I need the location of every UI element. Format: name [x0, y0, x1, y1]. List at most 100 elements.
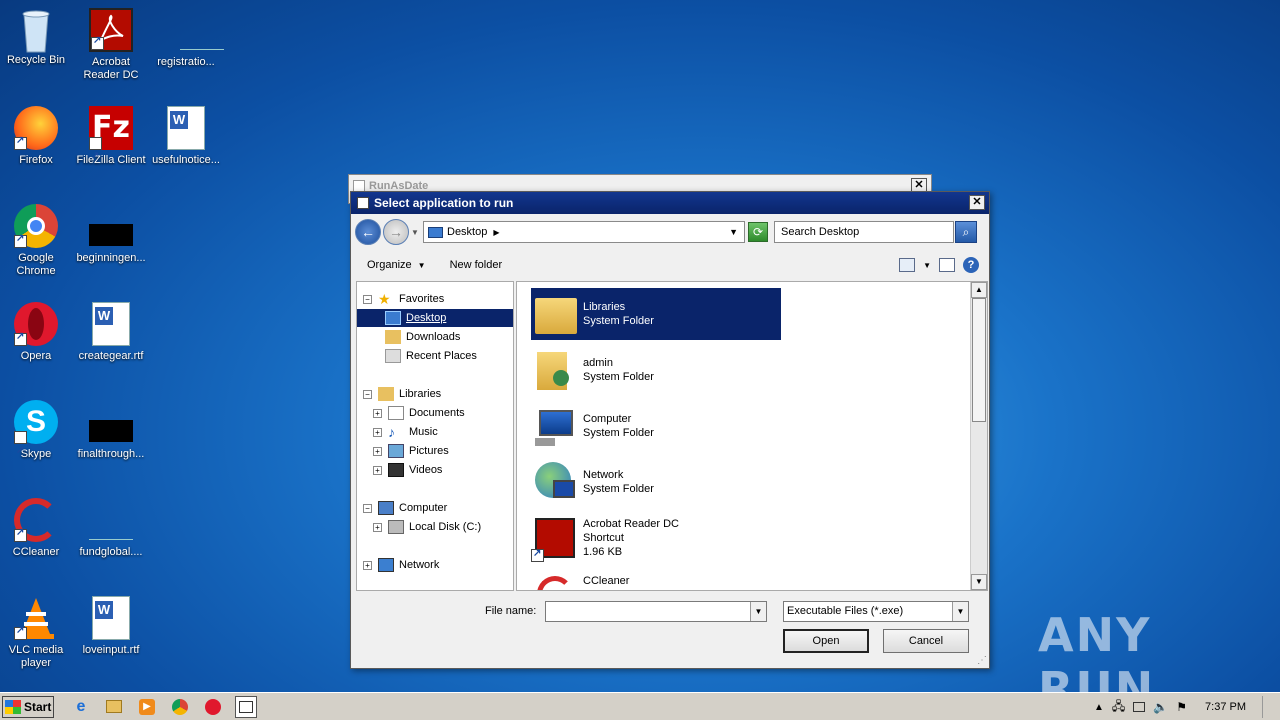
file-icon	[89, 498, 133, 542]
scroll-down-icon[interactable]: ▼	[971, 574, 987, 590]
new-folder-button[interactable]: New folder	[438, 259, 515, 271]
desktop-icon-skype[interactable]: S Skype	[0, 400, 74, 473]
desktop-icon-finalthrough[interactable]: finalthrough...	[73, 400, 149, 461]
file-item-network[interactable]: Network System Folder	[531, 456, 781, 508]
desktop-icon-beginningen[interactable]: beginningen...	[73, 204, 149, 265]
close-button[interactable]: ✕	[969, 195, 985, 210]
taskbar: Start e ▶ ▲ 🖧 🔈 ⚑ 7:37 PM	[0, 692, 1280, 720]
skype-icon: S	[14, 400, 58, 473]
desktop-icon-filezilla[interactable]: Fz FileZilla Client	[73, 106, 149, 179]
desktop-icon-recycle-bin[interactable]: Recycle Bin	[0, 6, 74, 67]
desktop-icon-label: usefulnotice...	[152, 154, 220, 166]
acrobat-icon	[531, 514, 579, 562]
chevron-down-icon[interactable]: ▼	[729, 227, 738, 237]
address-bar[interactable]: Desktop ▶ ▼	[423, 221, 745, 243]
refresh-icon[interactable]: ⟳	[748, 222, 768, 242]
nav-computer[interactable]: − Computer	[363, 499, 447, 517]
desktop-icon-ccleaner[interactable]: CCleaner	[0, 498, 74, 559]
change-view-icon[interactable]	[899, 258, 916, 272]
file-item-computer[interactable]: Computer System Folder	[531, 400, 781, 452]
file-icon	[164, 8, 224, 52]
desktop-icon-label: FileZilla Client	[76, 154, 146, 166]
vlc-cone-icon	[14, 596, 58, 640]
music-icon: ♪	[388, 424, 395, 440]
star-icon: ★	[378, 291, 391, 307]
help-icon[interactable]: ?	[963, 257, 979, 273]
desktop-icon-label: creategear.rtf	[78, 350, 144, 362]
taskbar-runasdate-button[interactable]	[235, 695, 257, 718]
history-dropdown-icon[interactable]: ▼	[411, 228, 421, 237]
search-icon[interactable]: ⌕	[955, 221, 977, 243]
show-hidden-icons-icon[interactable]: ▲	[1094, 702, 1104, 713]
show-desktop-button[interactable]	[1262, 696, 1272, 718]
volume-icon[interactable]: 🔈	[1153, 700, 1168, 714]
desktop-icon-fundglobal[interactable]: fundglobal....	[73, 498, 149, 559]
desktop-icon-label: Google Chrome	[16, 252, 56, 277]
nav-downloads[interactable]: Downloads	[385, 328, 460, 346]
nav-recent-places[interactable]: Recent Places	[385, 347, 477, 365]
file-item-libraries[interactable]: Libraries System Folder	[531, 288, 781, 340]
cancel-button[interactable]: Cancel	[883, 629, 969, 653]
taskbar-media-player-icon[interactable]: ▶	[136, 696, 158, 718]
taskbar-ie-icon[interactable]: e	[70, 696, 92, 718]
acrobat-icon	[89, 8, 133, 52]
taskbar-explorer-icon[interactable]	[103, 696, 125, 718]
resize-grip-icon[interactable]: ⋰	[977, 655, 987, 666]
chevron-down-icon[interactable]: ▼	[952, 602, 968, 621]
nav-desktop[interactable]: Desktop	[357, 309, 513, 327]
file-name-label: File name:	[485, 605, 537, 617]
flag-icon[interactable]: ⚑	[1176, 700, 1187, 714]
taskbar-opera-icon[interactable]	[202, 696, 224, 718]
file-item-admin[interactable]: admin System Folder	[531, 344, 781, 396]
nav-documents[interactable]: + Documents	[373, 404, 465, 422]
vertical-scrollbar[interactable]: ▲ ▼	[970, 282, 987, 590]
desktop-icon-creategear[interactable]: W creategear.rtf	[73, 302, 149, 363]
desktop-icon-chrome[interactable]: Google Chrome	[0, 204, 74, 278]
file-item-ccleaner[interactable]: CCleanerShortcut	[531, 568, 781, 590]
recent-places-icon	[385, 349, 401, 363]
nav-pictures[interactable]: + Pictures	[373, 442, 449, 460]
search-input[interactable]: Search Desktop	[774, 221, 954, 243]
desktop-icon-opera[interactable]: Opera	[0, 302, 74, 363]
start-button[interactable]: Start	[2, 695, 54, 718]
scroll-thumb[interactable]	[972, 298, 986, 422]
nav-network[interactable]: + Network	[363, 556, 439, 574]
organize-button[interactable]: Organize ▼	[355, 259, 438, 271]
desktop-icon-acrobat[interactable]: Acrobat Reader DC	[73, 8, 149, 82]
nav-videos[interactable]: + Videos	[373, 461, 442, 479]
preview-pane-icon[interactable]	[939, 258, 955, 272]
nav-libraries[interactable]: − Libraries	[363, 385, 441, 403]
file-type-select[interactable]: Executable Files (*.exe) ▼	[783, 601, 969, 622]
documents-icon	[388, 406, 404, 420]
nav-favorites[interactable]: − ★ Favorites	[363, 290, 444, 308]
shortcut-arrow-icon	[14, 527, 27, 542]
shortcut-arrow-icon	[14, 135, 27, 150]
desktop-icon-registration[interactable]: registratio...	[148, 8, 224, 69]
scroll-up-icon[interactable]: ▲	[971, 282, 987, 298]
desktop-icon-usefulnotice[interactable]: W usefulnotice...	[148, 106, 224, 167]
back-button[interactable]: ←	[355, 219, 381, 245]
monitor-tray-icon[interactable]	[1133, 702, 1146, 712]
file-name-input[interactable]: ▼	[545, 601, 767, 622]
chevron-down-icon[interactable]: ▼	[750, 602, 766, 621]
nav-music[interactable]: + ♪ Music	[373, 423, 438, 441]
clock[interactable]: 7:37 PM	[1205, 701, 1246, 713]
desktop-icon-loveinput[interactable]: W loveinput.rtf	[73, 596, 149, 657]
pictures-icon	[388, 444, 404, 458]
desktop-icon-firefox[interactable]: Firefox	[0, 106, 74, 167]
chevron-down-icon[interactable]: ▼	[923, 261, 931, 270]
firefox-icon	[14, 106, 58, 150]
chevron-down-icon[interactable]: ▶	[493, 228, 499, 237]
dialog-titlebar[interactable]: Select application to run	[351, 192, 989, 214]
open-button[interactable]: Open	[783, 629, 869, 653]
file-icon	[89, 400, 133, 444]
desktop-icon-vlc[interactable]: VLC media player	[0, 596, 74, 670]
network-tray-icon[interactable]: 🖧	[1112, 697, 1125, 718]
shortcut-arrow-icon	[14, 233, 27, 248]
desktop-icon-label: VLC media player	[8, 644, 64, 669]
nav-local-disk[interactable]: + Local Disk (C:)	[373, 518, 481, 536]
taskbar-chrome-icon[interactable]	[169, 696, 191, 718]
file-item-acrobat[interactable]: Acrobat Reader DCShortcut1.96 KB	[531, 510, 781, 566]
forward-button[interactable]: →	[383, 219, 409, 245]
address-row: ← → ▼ Desktop ▶ ▼ ⟳ Search Desktop ⌕	[355, 218, 987, 246]
